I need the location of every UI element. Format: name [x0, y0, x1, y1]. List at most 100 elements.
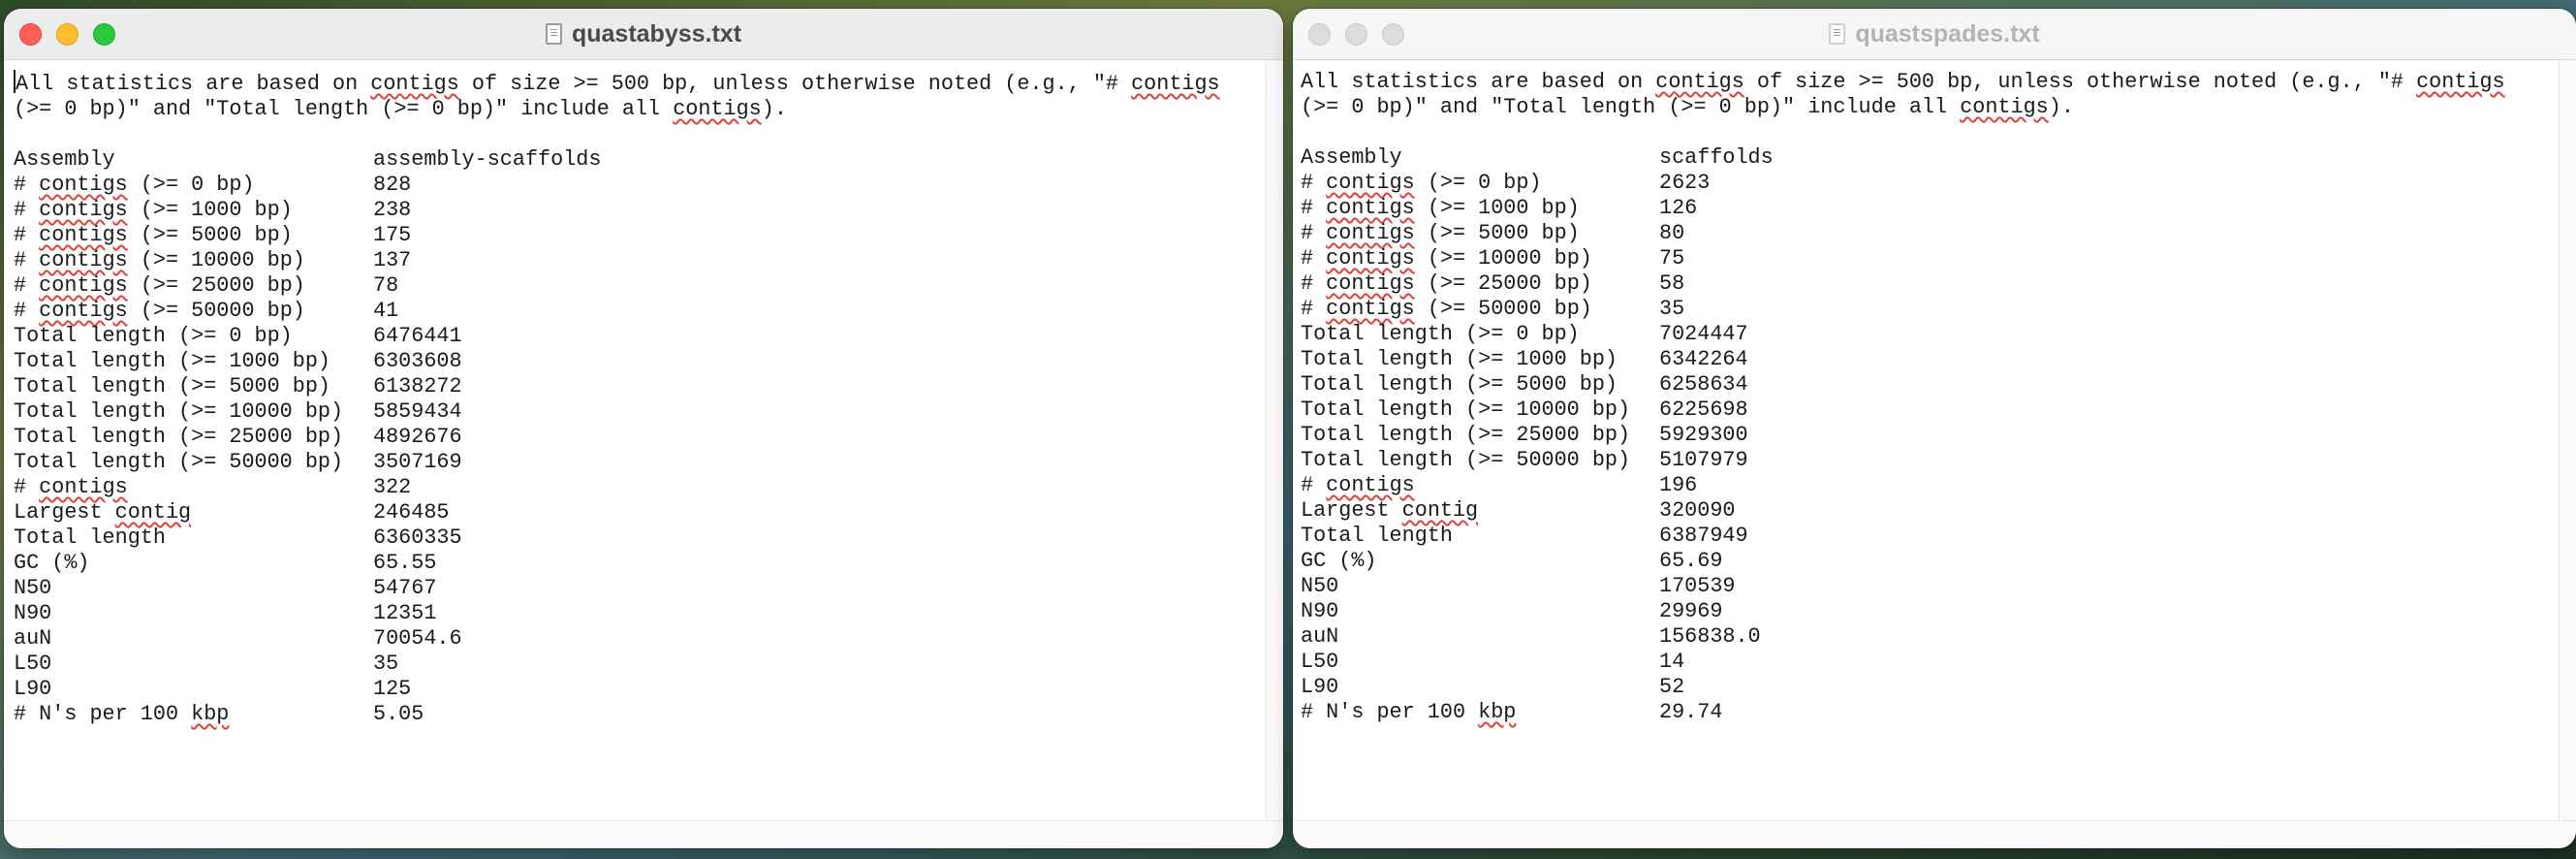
table-row: Largest contig 246485: [14, 500, 1266, 525]
table-row: # contigs (>= 25000 bp) 78: [14, 273, 1266, 299]
document-icon: [545, 23, 562, 45]
stat-label: # contigs: [14, 475, 128, 499]
stat-label: Largest contig: [1301, 498, 1479, 523]
stat-value: 246485: [373, 500, 450, 525]
stat-value: 12351: [373, 601, 437, 625]
stat-value: 6303608: [373, 349, 462, 373]
table-header-row: Assembly assembly-scaffolds: [14, 147, 1266, 173]
table-row: N90 29969: [1301, 599, 2559, 624]
spellcheck-flagged-word[interactable]: contigs: [1960, 95, 2049, 119]
table-row: Total length (>= 10000 bp) 5859434: [14, 399, 1266, 425]
stat-label: auN: [14, 626, 52, 651]
spellcheck-flagged-word[interactable]: contigs: [2416, 70, 2505, 94]
spellcheck-flagged-word[interactable]: contigs: [39, 173, 128, 197]
document-icon: [1829, 23, 1846, 45]
table-row: Total length (>= 25000 bp) 5929300: [1301, 423, 2559, 448]
stat-value: 137: [373, 248, 412, 272]
spellcheck-flagged-word[interactable]: contigs: [39, 273, 128, 298]
stat-label: # contigs (>= 10000 bp): [14, 248, 305, 272]
table-row: # contigs 322: [14, 475, 1266, 500]
stat-value: 6360335: [373, 525, 462, 550]
spellcheck-flagged-word[interactable]: contigs: [1326, 297, 1415, 321]
title-bar[interactable]: quastabyss.txt: [4, 9, 1283, 60]
text-area[interactable]: All statistics are based on contigs of s…: [4, 60, 1266, 821]
table-row: # contigs (>= 25000 bp) 58: [1301, 271, 2559, 297]
stat-label: # contigs (>= 0 bp): [14, 173, 255, 197]
horizontal-scrollbar[interactable]: [1293, 820, 2576, 848]
table-row: # contigs (>= 50000 bp) 41: [14, 299, 1266, 324]
spellcheck-flagged-word[interactable]: kbp: [191, 702, 229, 726]
table-row: # N's per 100 kbp 5.05: [14, 702, 1266, 727]
table-row: L90 125: [14, 677, 1266, 702]
stat-value: 175: [373, 223, 412, 247]
horizontal-scrollbar[interactable]: [4, 820, 1283, 848]
stat-label: Total length (>= 25000 bp): [1301, 423, 1631, 447]
text-area[interactable]: All statistics are based on contigs of s…: [1293, 60, 2559, 821]
stat-label: # N's per 100 kbp: [14, 702, 230, 726]
spellcheck-flagged-word[interactable]: contig: [1402, 498, 1478, 523]
stat-label: # contigs (>= 1000 bp): [14, 198, 293, 222]
spellcheck-flagged-word[interactable]: contigs: [1326, 171, 1415, 195]
stat-label: N90: [1301, 599, 1339, 623]
stat-label: Total length (>= 1000 bp): [14, 349, 331, 373]
stat-value: 125: [373, 677, 412, 701]
table-row: # contigs (>= 1000 bp) 126: [1301, 196, 2559, 221]
vertical-scrollbar[interactable]: [2559, 60, 2576, 821]
spellcheck-flagged-word[interactable]: contigs: [1326, 246, 1415, 270]
vertical-scrollbar[interactable]: [1266, 60, 1283, 821]
spellcheck-flagged-word[interactable]: contigs: [39, 223, 128, 247]
spellcheck-flagged-word[interactable]: contigs: [1326, 271, 1415, 296]
stat-label: Total length (>= 0 bp): [1301, 322, 1580, 346]
stat-value: 828: [373, 173, 412, 197]
spellcheck-flagged-word[interactable]: contigs: [39, 248, 128, 272]
stat-label: N90: [14, 601, 52, 625]
stat-label: # contigs (>= 25000 bp): [1301, 271, 1592, 296]
spellcheck-flagged-word[interactable]: contigs: [39, 475, 128, 499]
window-title: quastabyss.txt: [4, 9, 1283, 59]
spellcheck-flagged-word[interactable]: contigs: [39, 299, 128, 323]
spellcheck-flagged-word[interactable]: contigs: [1326, 221, 1415, 245]
spellcheck-flagged-word[interactable]: contigs: [1131, 72, 1220, 96]
stat-value: 126: [1659, 196, 1698, 220]
stat-value: 5929300: [1659, 423, 1748, 447]
spellcheck-flagged-word[interactable]: contigs: [39, 198, 128, 222]
table-row: # contigs (>= 0 bp) 828: [14, 173, 1266, 198]
table-row: Total length (>= 5000 bp) 6138272: [14, 374, 1266, 399]
stat-value: 75: [1659, 246, 1685, 270]
spellcheck-flagged-word[interactable]: contigs: [1326, 196, 1415, 220]
spellcheck-flagged-word[interactable]: contigs: [673, 97, 762, 121]
text-editor-window-quastspades: quastspades.txt All statistics are based…: [1293, 9, 2576, 848]
stat-label: # contigs (>= 1000 bp): [1301, 196, 1580, 220]
table-row: # contigs (>= 5000 bp) 80: [1301, 221, 2559, 246]
stat-value: 156838.0: [1659, 624, 1761, 649]
spellcheck-flagged-word[interactable]: kbp: [1478, 700, 1516, 724]
stat-label: Total length (>= 1000 bp): [1301, 347, 1618, 371]
table-row: N50 54767: [14, 576, 1266, 601]
table-row: # contigs 196: [1301, 473, 2559, 498]
stat-value: 5107979: [1659, 448, 1748, 472]
table-row: # contigs (>= 50000 bp) 35: [1301, 297, 2559, 322]
stat-value: 7024447: [1659, 322, 1748, 346]
table-row: Total length (>= 50000 bp) 5107979: [1301, 448, 2559, 473]
stat-label: L90: [14, 677, 52, 701]
stat-label: N50: [14, 576, 52, 600]
header-value: assembly-scaffolds: [373, 147, 602, 172]
stat-value: 78: [373, 273, 399, 298]
intro-text: All statistics are based on contigs of s…: [14, 70, 1233, 121]
stat-value: 6138272: [373, 374, 462, 398]
table-row: Total length 6360335: [14, 525, 1266, 551]
stat-value: 196: [1659, 473, 1698, 497]
stat-label: Total length (>= 10000 bp): [14, 399, 344, 424]
spellcheck-flagged-word[interactable]: contigs: [1655, 70, 1744, 94]
spellcheck-flagged-word[interactable]: contigs: [1326, 473, 1415, 497]
stat-value: 4892676: [373, 425, 462, 449]
spellcheck-flagged-word[interactable]: contig: [115, 500, 191, 525]
stat-label: auN: [1301, 624, 1339, 649]
table-row: # contigs (>= 10000 bp) 137: [14, 248, 1266, 273]
title-bar[interactable]: quastspades.txt: [1293, 9, 2576, 60]
table-row: Total length (>= 50000 bp) 3507169: [14, 450, 1266, 475]
table-row: GC (%) 65.55: [14, 551, 1266, 576]
stat-value: 65.69: [1659, 549, 1723, 573]
spellcheck-flagged-word[interactable]: contigs: [370, 72, 459, 96]
window-title: quastspades.txt: [1293, 9, 2576, 59]
